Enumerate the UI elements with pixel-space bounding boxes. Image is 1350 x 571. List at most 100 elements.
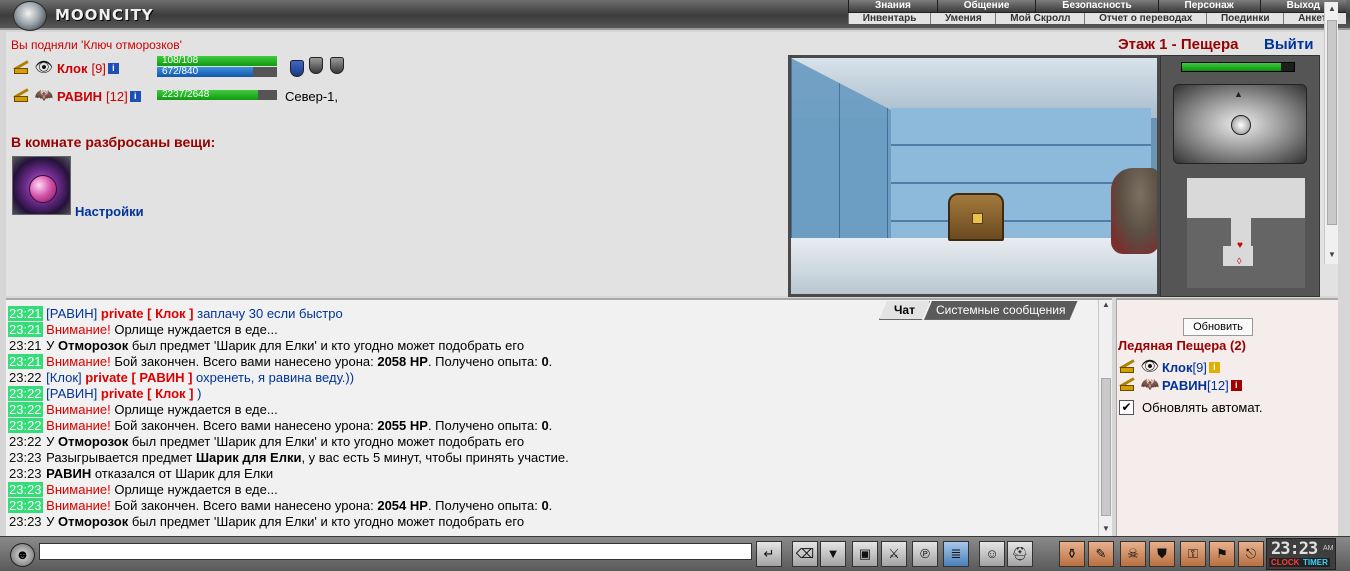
chat-timestamp[interactable]: 23:22: [8, 434, 43, 449]
clan-wings-icon: 🦇: [34, 87, 54, 104]
blue-shield-icon[interactable]: [290, 60, 304, 77]
chat-timestamp[interactable]: 23:23: [8, 450, 43, 465]
navigation-panel: ▲ ♥ ◊: [1160, 55, 1320, 297]
chat-text-segment: 0: [541, 354, 549, 369]
chat-mode-icon[interactable]: ☻: [10, 543, 35, 567]
filter-icon[interactable]: ▼: [820, 541, 846, 567]
chat-timestamp[interactable]: 23:21: [8, 338, 43, 353]
scroll-down-arrow-icon[interactable]: ▼: [1099, 524, 1113, 533]
chat-text-segment[interactable]: private [ Клок ]: [97, 306, 197, 321]
hp-bar: 2237/2648: [157, 89, 277, 100]
exit-door-icon[interactable]: ⎋: [1238, 541, 1264, 567]
player-info-icon[interactable]: i: [129, 90, 141, 102]
dungeon-view[interactable]: [788, 55, 1160, 297]
troll-monster[interactable]: [1111, 168, 1157, 254]
battle-icon[interactable]: ⚔: [881, 541, 907, 567]
mask-icon[interactable]: ☠: [1120, 541, 1146, 567]
bag-icon[interactable]: ⚱: [1059, 541, 1085, 567]
chat-text-segment[interactable]: [РАВИН]: [46, 306, 97, 321]
armor-icon[interactable]: ⛊: [1149, 541, 1175, 567]
menu-security[interactable]: Безопасность: [1035, 0, 1158, 12]
minimap: ♥ ◊: [1187, 178, 1305, 288]
chat-timestamp[interactable]: 23:21: [8, 306, 43, 321]
user-row-ravin[interactable]: 🦇 РАВИН [12] i: [1117, 376, 1242, 394]
submenu-duels[interactable]: Поединки: [1206, 13, 1283, 24]
save-icon[interactable]: ▣: [852, 541, 878, 567]
scroll-down-arrow-icon[interactable]: ▼: [1325, 248, 1339, 262]
dropped-item[interactable]: [12, 156, 71, 215]
flag-icon[interactable]: ⚑: [1209, 541, 1235, 567]
chat-text-segment: . Получено опыта:: [427, 354, 542, 369]
chat-text-segment: Бой закончен. Всего вами нанесено урона:: [110, 418, 378, 433]
player-name[interactable]: РАВИН: [57, 89, 102, 104]
menu-communication[interactable]: Общение: [936, 0, 1036, 12]
user-name[interactable]: РАВИН: [1162, 378, 1207, 393]
chat-timestamp[interactable]: 23:23: [8, 466, 43, 481]
smiley-icon[interactable]: ☺: [979, 541, 1005, 567]
user-info-icon[interactable]: i: [1208, 361, 1220, 373]
player-name[interactable]: Клок: [57, 61, 87, 76]
chat-text-segment[interactable]: private [ РАВИН ]: [82, 370, 196, 385]
side-hp-bar: [1181, 62, 1295, 72]
private-icon[interactable]: ℗: [912, 541, 938, 567]
chat-timestamp[interactable]: 23:21: [8, 354, 43, 369]
chat-timestamp[interactable]: 23:23: [8, 482, 43, 497]
rank-badge-icon: [1117, 377, 1138, 393]
scroll-thumb[interactable]: [1101, 378, 1111, 516]
room-info-scrollbar[interactable]: ▲ ▼: [1324, 2, 1338, 264]
user-name[interactable]: Клок: [1162, 360, 1192, 375]
send-arrow-icon[interactable]: ↵: [756, 541, 782, 567]
chat-text-segment[interactable]: [РАВИН]: [46, 386, 97, 401]
pickup-notice: Вы подняли 'Ключ отморозков': [11, 38, 182, 52]
tab-chat[interactable]: Чат: [879, 301, 930, 320]
refresh-button[interactable]: Обновить: [1183, 318, 1253, 336]
clock-button[interactable]: CLOCK: [1269, 558, 1302, 567]
auto-refresh-checkbox[interactable]: ✔: [1119, 400, 1134, 415]
direction-compass[interactable]: ▲: [1173, 84, 1307, 164]
menu-knowledge[interactable]: Знания: [848, 0, 937, 12]
submenu-inventory[interactable]: Инвентарь: [848, 13, 930, 24]
settings-link[interactable]: Настройки: [75, 204, 144, 219]
compass-north-arrow-icon[interactable]: ▲: [1234, 89, 1243, 99]
chat-text-segment: Внимание!: [46, 322, 111, 337]
player-row-klok: 👁 Клок [9] i: [11, 58, 119, 78]
lock-icon[interactable]: ⚿: [1180, 541, 1206, 567]
submenu-skills[interactable]: Умения: [930, 13, 995, 24]
compass-center-button[interactable]: [1231, 115, 1251, 135]
eraser-icon[interactable]: ⌫: [792, 541, 818, 567]
scroll-thumb[interactable]: [1327, 20, 1337, 225]
scroll-up-arrow-icon[interactable]: ▲: [1099, 300, 1113, 309]
chat-timestamp[interactable]: 23:22: [8, 370, 43, 385]
menu-character[interactable]: Персонаж: [1157, 0, 1260, 12]
scroll-up-arrow-icon[interactable]: ▲: [1325, 2, 1339, 16]
grey-shield-icon[interactable]: [330, 57, 344, 74]
player-info-icon[interactable]: i: [107, 62, 119, 74]
timer-button[interactable]: TIMER: [1301, 558, 1330, 567]
chat-line: 23:21 Внимание! Бой закончен. Всего вами…: [8, 354, 1094, 370]
chat-timestamp[interactable]: 23:23: [8, 514, 43, 529]
submenu-transfer-report[interactable]: Отчет о переводах: [1084, 13, 1206, 24]
grey-shield-icon[interactable]: [309, 57, 323, 74]
chat-timestamp[interactable]: 23:23: [8, 498, 43, 513]
chat-text-segment[interactable]: private [ Клок ]: [97, 386, 197, 401]
chat-line: 23:22 [РАВИН] private [ Клок ] ): [8, 386, 1094, 402]
chat-input[interactable]: [39, 543, 752, 560]
treasure-chest-icon[interactable]: [948, 193, 1004, 241]
tab-system-messages[interactable]: Системные сообщения: [924, 301, 1078, 320]
chat-timestamp[interactable]: 23:22: [8, 386, 43, 401]
user-row-klok[interactable]: 👁 Клок [9] i: [1117, 358, 1220, 376]
chat-text-segment: 0: [541, 418, 549, 433]
room-items-title: В комнате разбросаны вещи:: [11, 134, 216, 150]
scroll-icon[interactable]: ✎: [1088, 541, 1114, 567]
submenu-my-scroll[interactable]: Мой Скролл: [995, 13, 1084, 24]
chat-line: 23:23 Внимание! Бой закончен. Всего вами…: [8, 498, 1094, 514]
chat-text-segment[interactable]: [Клок]: [46, 370, 81, 385]
chat-timestamp[interactable]: 23:21: [8, 322, 43, 337]
chat-settings-icon[interactable]: ≣: [943, 541, 969, 567]
chat-timestamp[interactable]: 23:22: [8, 418, 43, 433]
chat-timestamp[interactable]: 23:22: [8, 402, 43, 417]
chat-scrollbar[interactable]: ▲ ▼: [1098, 300, 1112, 536]
helmet-icon[interactable]: ⛑: [1007, 541, 1033, 567]
user-info-icon[interactable]: i: [1230, 379, 1242, 391]
exit-link[interactable]: Выйти: [1264, 36, 1313, 53]
